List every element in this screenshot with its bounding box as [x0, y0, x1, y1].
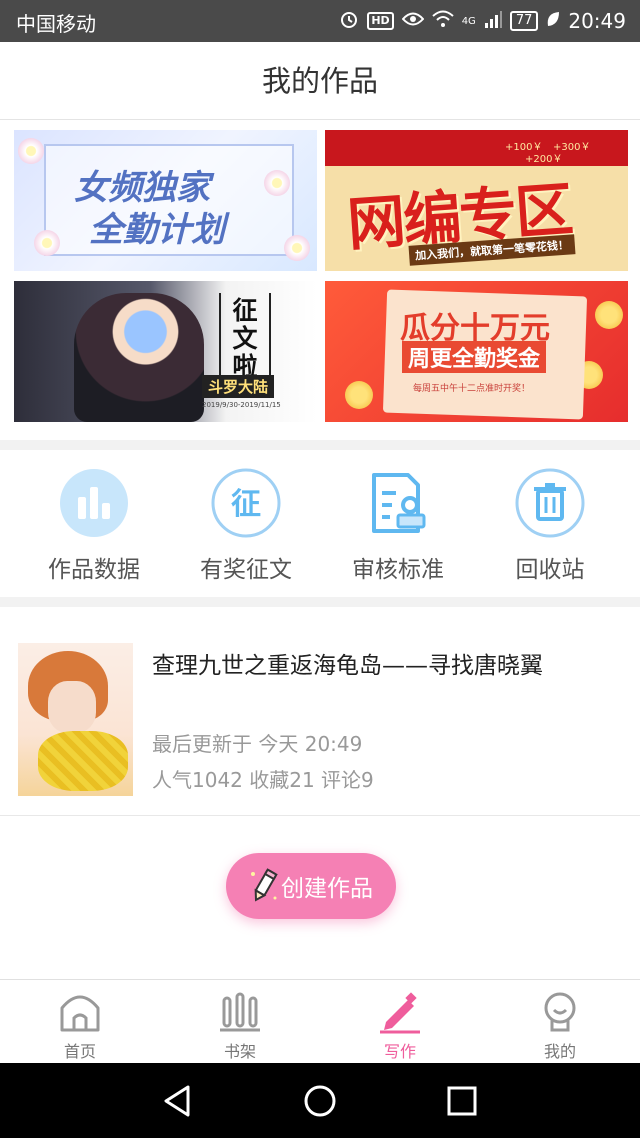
tab-writing[interactable]: 写作: [320, 980, 480, 1063]
work-title[interactable]: 查理九世之重返海龟岛——寻找唐晓翼: [152, 646, 543, 680]
work-last-updated: 最后更新于 今天 20:49: [152, 732, 363, 756]
cover-art: [48, 681, 96, 733]
banner-tag: 斗罗大陆: [202, 375, 275, 398]
quick-actions: 作品数据 征 有奖征文 审核标准 回收站: [0, 450, 640, 597]
quick-action-label: 有奖征文: [200, 557, 292, 583]
banner-editor-zone[interactable]: +100￥ +300￥ +200￥ 网编专区 加入我们，就取第一笔零花钱！: [325, 130, 628, 271]
clock: 20:49: [568, 9, 626, 33]
pencil-icon: [249, 868, 279, 904]
bookshelf-icon: [218, 990, 262, 1034]
carrier-name: 中国移动: [16, 12, 96, 36]
flower-decoration: [284, 235, 310, 261]
network-type: 4G: [461, 15, 476, 27]
quick-action-label: 审核标准: [352, 557, 444, 583]
anime-character-image: [74, 293, 204, 422]
quick-action-contest[interactable]: 征 有奖征文: [170, 450, 322, 597]
coin-decoration: [345, 381, 373, 409]
bar-chart-icon: [58, 467, 130, 539]
work-list-item[interactable]: 查理九世之重返海龟岛——寻找唐晓翼 最后更新于 今天 20:49 人气1042 …: [0, 608, 640, 816]
create-work-button[interactable]: 创建作品: [226, 853, 396, 919]
quick-action-recycle-bin[interactable]: 回收站: [474, 450, 626, 597]
quick-action-label: 作品数据: [48, 557, 140, 583]
tab-label: 书架: [223, 1042, 256, 1061]
zheng-badge-icon: 征: [210, 467, 282, 539]
tab-label: 我的: [543, 1042, 576, 1061]
tab-bookshelf[interactable]: 书架: [160, 980, 320, 1063]
tab-label: 写作: [383, 1042, 416, 1061]
quick-action-stats[interactable]: 作品数据: [18, 450, 170, 597]
tab-profile[interactable]: 我的: [480, 980, 640, 1063]
flower-decoration: [18, 138, 44, 164]
page-header: 我的作品: [0, 42, 640, 120]
home-icon: [58, 990, 102, 1034]
tab-label: 首页: [63, 1042, 96, 1061]
banner-subtitle: 周更全勤奖金: [402, 341, 547, 373]
flower-decoration: [34, 230, 60, 256]
page-title: 我的作品: [261, 64, 378, 98]
tab-home[interactable]: 首页: [0, 980, 160, 1063]
profile-icon: [538, 990, 582, 1034]
banner-writing-contest[interactable]: 征文啦 斗罗大陆 2019/9/30-2019/11/15: [14, 281, 317, 422]
alarm-icon: [339, 9, 359, 34]
banner-female-exclusive[interactable]: 女频独家 全勤计划: [14, 130, 317, 271]
section-divider: [0, 597, 640, 607]
cover-art: [38, 731, 128, 791]
work-stats: 人气1042 收藏21 评论9: [152, 768, 374, 792]
svg-text:征: 征: [231, 487, 261, 522]
back-icon[interactable]: [158, 1081, 198, 1121]
battery-level: 77: [509, 11, 539, 31]
create-work-label: 创建作品: [281, 876, 373, 902]
status-icons: HD 4G 77 20:49: [339, 8, 626, 34]
eye-icon: [401, 11, 425, 32]
home-circle-icon[interactable]: [300, 1081, 340, 1121]
pen-icon: [378, 990, 422, 1034]
coin-decoration: [595, 301, 623, 329]
recents-square-icon[interactable]: [442, 1081, 482, 1121]
quick-action-label: 回收站: [515, 557, 585, 583]
quick-action-review-standard[interactable]: 审核标准: [322, 450, 474, 597]
section-divider: [0, 440, 640, 450]
flower-decoration: [264, 170, 290, 196]
wifi-icon: [432, 10, 454, 33]
banner-grid: 女频独家 全勤计划 +100￥ +300￥ +200￥ 网编专区 加入我们，就取…: [0, 120, 640, 440]
banner-weekly-bonus[interactable]: 瓜分十万元 周更全勤奖金 每周五中午十二点准时开奖！: [325, 281, 628, 422]
banner-title: 征文啦: [219, 293, 271, 381]
signal-icon: [484, 10, 502, 33]
leaf-icon: [546, 11, 560, 32]
banner-subtitle: 全勤计划: [89, 210, 225, 250]
hd-badge: HD: [367, 12, 394, 30]
trash-icon: [514, 467, 586, 539]
banner-date: 2019/9/30-2019/11/15: [202, 401, 281, 409]
document-stamp-icon: [362, 467, 434, 539]
status-bar: 中国移动 HD 4G 77 20:49: [0, 0, 640, 42]
banner-note: 每周五中午十二点准时开奖！: [413, 384, 531, 394]
bottom-tab-bar: 首页 书架 写作 我的: [0, 979, 640, 1063]
system-navigation-bar: [0, 1063, 640, 1138]
work-cover-image[interactable]: [18, 643, 133, 796]
